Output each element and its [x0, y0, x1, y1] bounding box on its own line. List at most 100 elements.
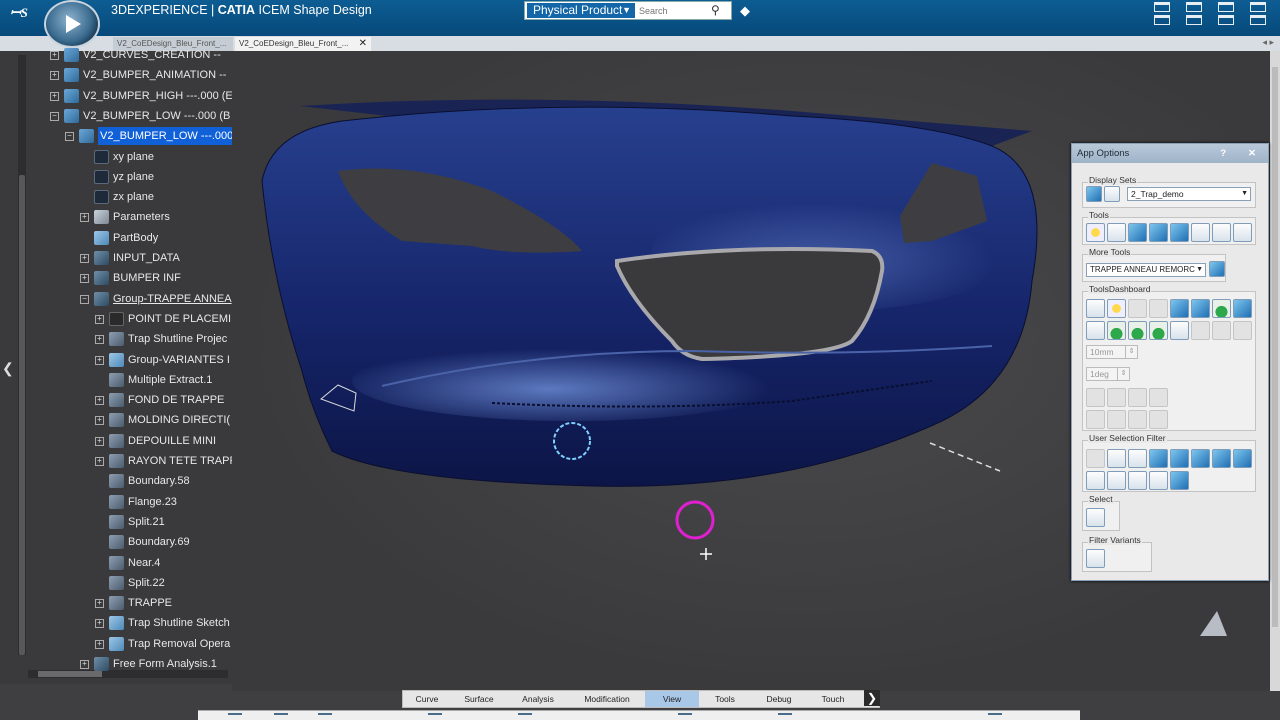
layout-icon[interactable] [1250, 2, 1266, 12]
expand-icon[interactable]: + [80, 254, 89, 263]
filter-icon[interactable] [1149, 471, 1168, 490]
eraser-tool-icon[interactable] [1212, 223, 1231, 242]
layout-icon[interactable] [1186, 15, 1202, 25]
dashboard-tool-icon[interactable] [1107, 299, 1126, 318]
layout-icon[interactable] [1250, 15, 1266, 25]
expand-icon[interactable]: + [95, 436, 104, 446]
section-tab-tools[interactable]: Tools [699, 691, 751, 707]
filter-icon[interactable] [1170, 449, 1189, 468]
dashboard-tool-icon[interactable] [1086, 321, 1105, 340]
layout-icon[interactable] [1154, 2, 1170, 12]
dashboard-tool-icon[interactable] [1128, 321, 1147, 340]
close-icon[interactable]: ✕ [359, 37, 367, 51]
stepper-icon[interactable]: ⇕ [1117, 368, 1129, 380]
compass-icon[interactable] [44, 0, 100, 48]
layout-icon[interactable] [1154, 15, 1170, 25]
filter-icon[interactable] [1149, 449, 1168, 468]
spec-tool-icon[interactable] [1107, 223, 1126, 242]
dashboard-tool-icon[interactable] [1212, 299, 1231, 318]
toolbar-icon[interactable] [428, 713, 442, 720]
display-set-dropdown[interactable]: 2_Trap_demo ▼ [1127, 187, 1251, 201]
curve-filter-icon[interactable] [1128, 449, 1147, 468]
dashboard-tool-icon[interactable] [1128, 299, 1147, 318]
dashboard-tool-icon[interactable] [1233, 321, 1252, 340]
dashboard-tool-icon[interactable] [1086, 410, 1105, 429]
filter-icon[interactable] [1086, 449, 1105, 468]
expand-icon[interactable]: + [95, 619, 104, 629]
dashboard-tool-icon[interactable] [1233, 299, 1252, 318]
axis-tool-icon[interactable] [1191, 223, 1210, 242]
section-tab-analysis[interactable]: Analysis [507, 691, 569, 707]
expand-icon[interactable]: + [50, 71, 59, 81]
view-tool-icon[interactable] [1149, 223, 1168, 242]
filter-variants-icon[interactable] [1086, 549, 1105, 568]
layout-icon[interactable] [1218, 2, 1234, 12]
toolbar-icon[interactable] [678, 713, 692, 720]
dashboard-tool-icon[interactable] [1107, 321, 1126, 340]
dashboard-tool-icon[interactable] [1107, 410, 1126, 429]
search-scope-dropdown[interactable]: Physical Product ▼ [527, 3, 635, 18]
filter-icon[interactable] [1086, 471, 1105, 490]
robot-icon[interactable] [1200, 611, 1227, 636]
expand-icon[interactable]: + [95, 416, 104, 426]
magenta-marker[interactable] [675, 500, 715, 540]
expand-icon[interactable]: + [95, 335, 104, 345]
point-filter-icon[interactable] [1107, 449, 1126, 468]
compass-tool-icon[interactable] [1128, 223, 1147, 242]
toolbar-icon[interactable] [228, 713, 242, 720]
collapse-icon[interactable]: − [50, 111, 59, 121]
dashboard-tool-icon[interactable] [1149, 321, 1168, 340]
chevron-left-icon[interactable]: ❮ [2, 360, 14, 377]
distance-spinner[interactable]: 10mm ⇕ [1086, 345, 1138, 359]
section-tab-touch[interactable]: Touch [807, 691, 859, 707]
search-input[interactable] [639, 4, 705, 18]
dashboard-tool-icon[interactable] [1149, 299, 1168, 318]
section-tab-modification[interactable]: Modification [569, 691, 645, 707]
expand-icon[interactable]: + [80, 213, 89, 223]
angle-spinner[interactable]: 1deg ⇕ [1086, 367, 1130, 381]
stepper-icon[interactable]: ⇕ [1125, 346, 1137, 358]
filter-icon[interactable] [1233, 449, 1252, 468]
dashboard-tool-icon[interactable] [1086, 388, 1105, 407]
run-tool-icon[interactable] [1209, 261, 1225, 277]
section-tab-debug[interactable]: Debug [751, 691, 807, 707]
tree-vertical-scrollbar[interactable] [18, 55, 26, 655]
filter-icon[interactable] [1170, 471, 1189, 490]
section-tab-surface[interactable]: Surface [451, 691, 507, 707]
dashboard-tool-icon[interactable] [1107, 388, 1126, 407]
dashboard-tool-icon[interactable] [1128, 388, 1147, 407]
expand-icon[interactable]: + [95, 355, 104, 365]
viewport-scrollbar[interactable] [1270, 51, 1280, 691]
light-tool-icon[interactable] [1086, 223, 1105, 242]
expand-icon[interactable]: + [50, 51, 59, 60]
tag-icon[interactable]: ◆ [740, 3, 754, 18]
more-tools-dropdown[interactable]: TRAPPE ANNEAU REMORC ▼ [1086, 263, 1206, 277]
refresh-tool-icon[interactable] [1233, 223, 1252, 242]
tab-document-2[interactable]: V2_CoEDesign_Bleu_Front_... ✕ [235, 37, 371, 51]
expand-icon[interactable]: + [95, 396, 104, 406]
filter-icon[interactable] [1107, 471, 1126, 490]
dashboard-tool-icon[interactable] [1170, 321, 1189, 340]
toolbar-icon[interactable] [778, 713, 792, 720]
dashboard-tool-icon[interactable] [1212, 321, 1231, 340]
layout-icon[interactable] [1218, 15, 1234, 25]
toolbar-icon[interactable] [274, 713, 288, 720]
dashboard-tool-icon[interactable] [1086, 299, 1105, 318]
filter-icon[interactable] [1212, 449, 1231, 468]
scroll-thumb[interactable] [38, 671, 102, 677]
toolbar-icon[interactable] [518, 713, 532, 720]
dashboard-tool-icon[interactable] [1149, 410, 1168, 429]
toolbar-icon[interactable] [988, 713, 1002, 720]
filter-icon[interactable] [1191, 449, 1210, 468]
expand-icon[interactable]: + [80, 274, 89, 284]
chevron-down-icon[interactable]: ❯ [864, 690, 880, 706]
dashboard-tool-icon[interactable] [1191, 321, 1210, 340]
expand-icon[interactable]: + [80, 660, 89, 669]
scroll-thumb[interactable] [1272, 67, 1278, 627]
save-icon[interactable] [1104, 186, 1120, 202]
expand-icon[interactable]: − [80, 294, 89, 304]
expand-icon[interactable]: + [95, 457, 104, 466]
expand-icon[interactable]: + [95, 639, 104, 649]
close-button[interactable]: ✕ [1248, 144, 1256, 163]
dashboard-tool-icon[interactable] [1149, 388, 1168, 407]
